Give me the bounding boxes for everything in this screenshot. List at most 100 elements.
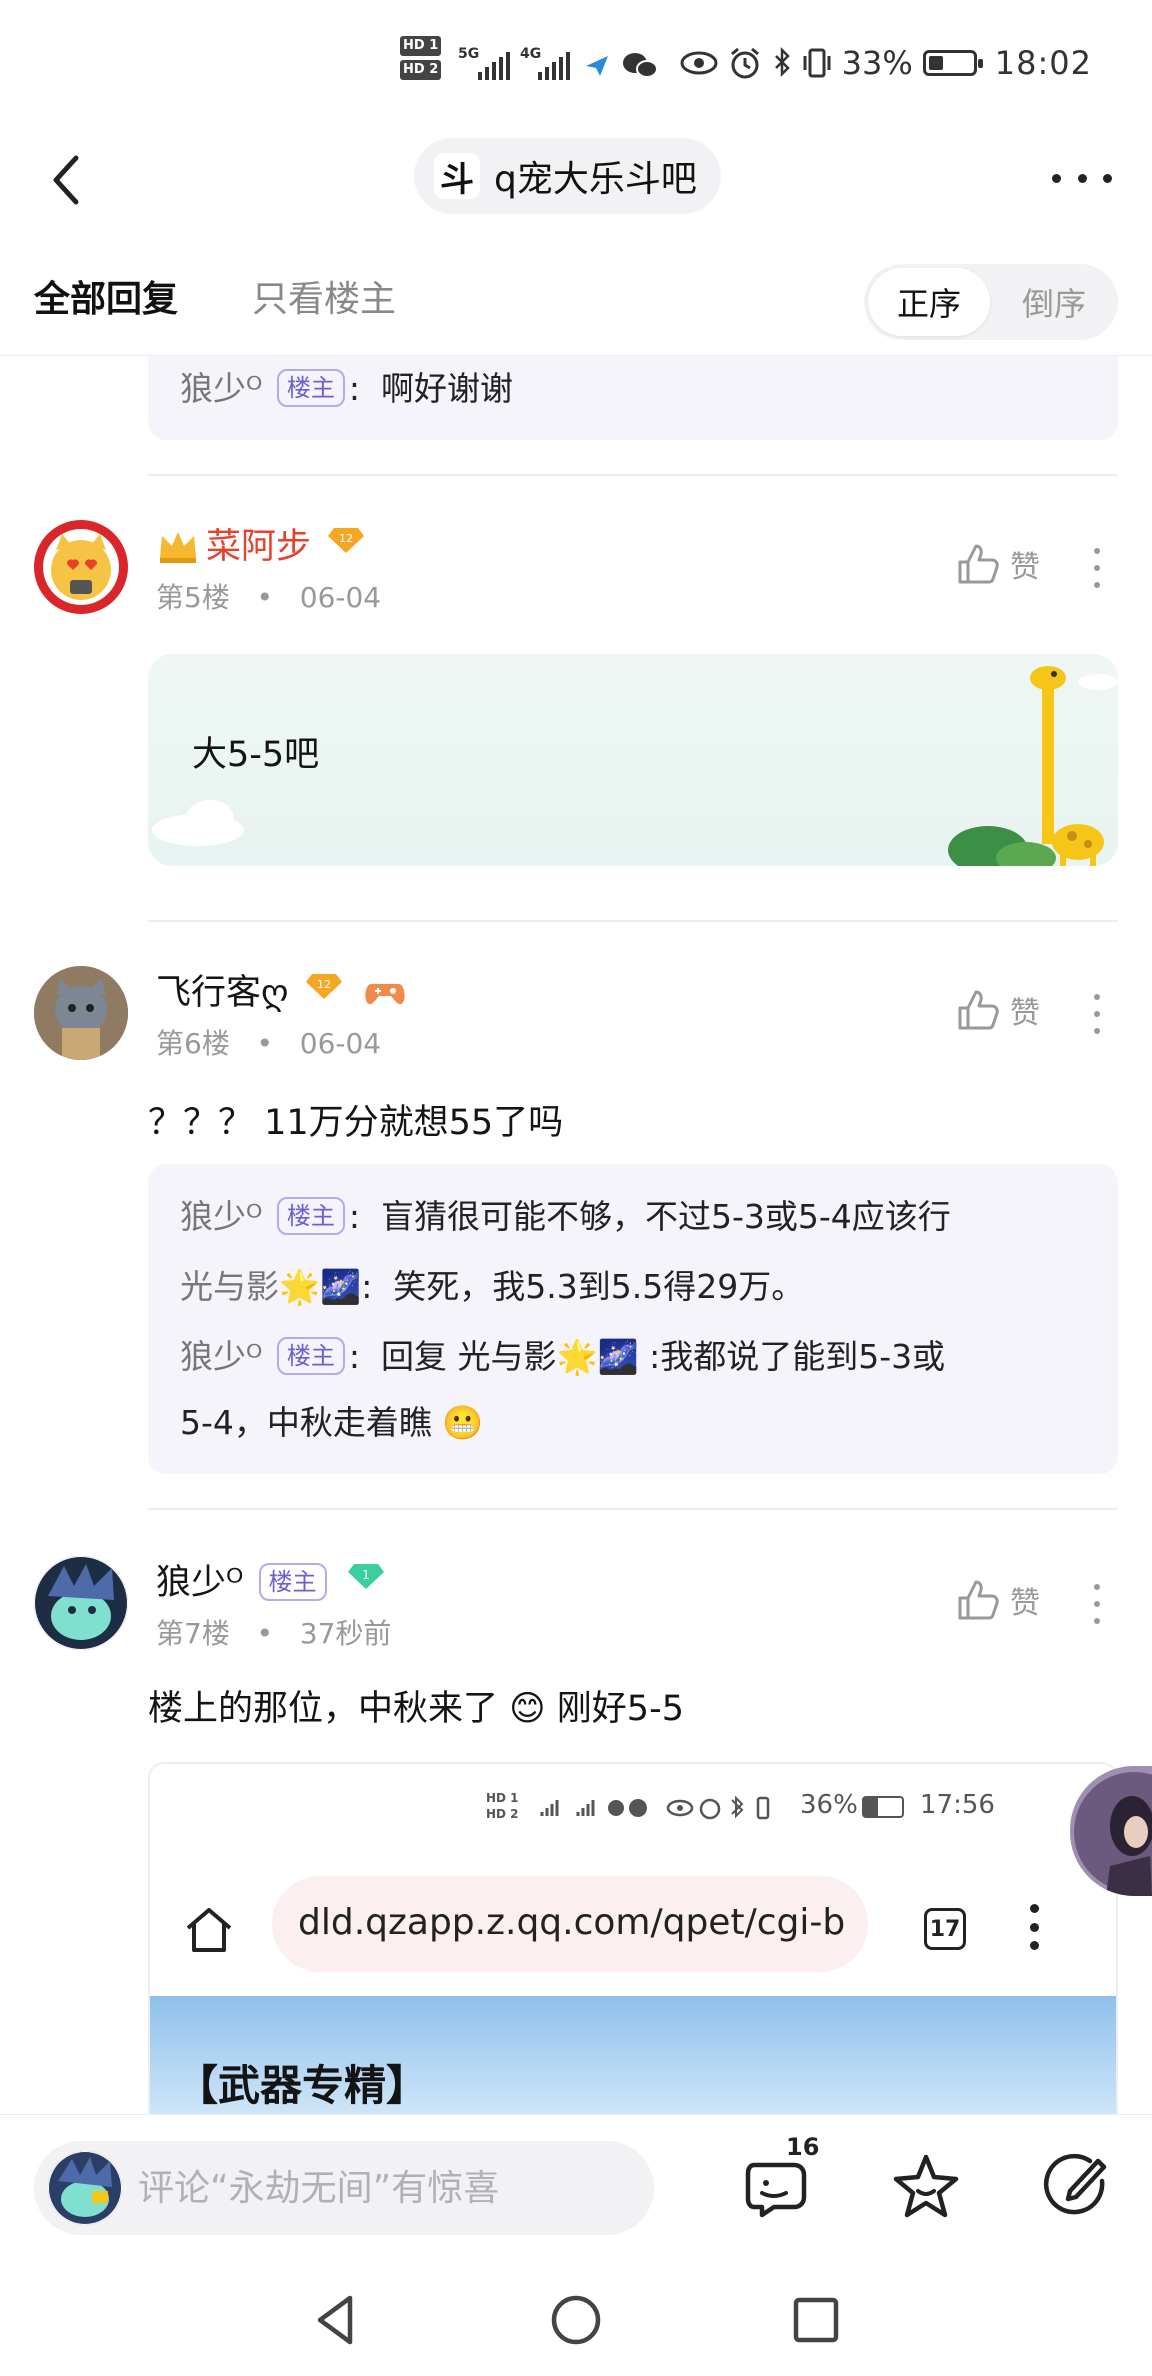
embedded-tab-counter: 17 xyxy=(924,1908,966,1950)
embedded-hd1: HD 1 xyxy=(486,1791,519,1805)
post-image[interactable]: HD 1 HD 2 36% 17:56 dld.qzapp.z.qq.com/q… xyxy=(148,1762,1118,2114)
eye-icon xyxy=(680,51,718,75)
avatar[interactable] xyxy=(34,520,128,614)
embedded-status: HD 1 HD 2 36% 17:56 xyxy=(486,1790,1106,1830)
forum-pill[interactable]: 斗 q宠大乐斗吧 xyxy=(414,138,721,214)
clock: 18:02 xyxy=(994,44,1092,82)
like-label: 赞 xyxy=(1010,1586,1040,1621)
username-row: 飞行客ღ 12 xyxy=(156,964,407,1015)
subreply-text-continued: 5-4，中秋走着瞧 😬 xyxy=(180,1403,484,1442)
post-bubble-card: 大5-5吧 xyxy=(148,654,1118,866)
sort-asc-button[interactable]: 正序 xyxy=(868,268,990,336)
level-badge-icon: 12 xyxy=(305,974,342,999)
battery-icon xyxy=(922,50,983,76)
embedded-signal-icon xyxy=(540,1799,647,1817)
bottom-action-bar: 16 xyxy=(0,2114,1152,2264)
like-label: 赞 xyxy=(1010,996,1040,1031)
subreply-author: 狼少ᴼ xyxy=(180,1197,263,1236)
embedded-hd2: HD 2 xyxy=(486,1807,519,1821)
sim-indicators: HD 1 HD 2 xyxy=(400,36,442,84)
subreply-author: 狼少ᴼ xyxy=(180,1337,263,1376)
post-content: 楼上的那位，中秋来了 😊 刚好5-5 xyxy=(148,1680,684,1731)
floor-meta: 第6楼 • 06-04 xyxy=(156,1022,381,1062)
subreply-separator: : xyxy=(348,1197,360,1236)
alarm-icon xyxy=(730,47,759,79)
tab-all-replies[interactable]: 全部回复 xyxy=(34,270,178,322)
embedded-time: 17:56 xyxy=(920,1790,995,1820)
like-button[interactable]: 赞 xyxy=(956,542,1040,586)
divider xyxy=(148,474,1118,476)
meta-dot: • xyxy=(256,1027,274,1060)
send-icon xyxy=(586,56,608,76)
divider xyxy=(148,920,1118,922)
username[interactable]: 狼少ᴼ xyxy=(156,1563,243,1603)
username[interactable]: 飞行客ღ xyxy=(156,973,289,1013)
subreply-separator: : xyxy=(348,369,360,408)
floor-meta: 第7楼 • 37秒前 xyxy=(156,1612,391,1652)
svg-text:12: 12 xyxy=(339,532,353,545)
embedded-battery-icon xyxy=(862,1796,904,1818)
embedded-sim: HD 1 HD 2 xyxy=(486,1790,519,1822)
svg-text:1: 1 xyxy=(362,1568,370,1582)
avatar[interactable] xyxy=(34,966,128,1060)
back-button[interactable] xyxy=(40,150,100,210)
subreply-box-floor4[interactable]: 狼少ᴼ 楼主: 啊好谢谢 xyxy=(148,356,1118,440)
floor-number: 第5楼 xyxy=(156,581,230,614)
smile-emoji: 😊 xyxy=(509,1689,546,1729)
like-button[interactable]: 赞 xyxy=(956,988,1040,1032)
subreply-text: 啊好谢谢 xyxy=(380,369,513,408)
tab-only-op[interactable]: 只看楼主 xyxy=(252,270,396,322)
post-more-icon[interactable] xyxy=(1092,548,1102,588)
subreply-item: 光与影🌟🌌: 笑死，我5.3到5.5得29万。 xyxy=(180,1260,804,1308)
floor-number: 第6楼 xyxy=(156,1027,230,1060)
home-icon xyxy=(186,1908,232,1952)
back-arrow-icon xyxy=(53,155,79,205)
sort-desc-button[interactable]: 倒序 xyxy=(994,268,1114,336)
comment-box[interactable] xyxy=(34,2141,654,2235)
edit-icon[interactable] xyxy=(1040,2151,1112,2223)
level-badge-icon: 12 xyxy=(328,528,365,553)
floor-number: 第7楼 xyxy=(156,1617,230,1650)
hd1-indicator: HD 1 xyxy=(400,36,442,56)
subreply-separator: : xyxy=(348,1337,360,1376)
wechat-icon xyxy=(623,53,658,78)
post-content: ？？？ 11万分就想55了吗 xyxy=(148,1103,564,1143)
owner-badge: 楼主 xyxy=(276,1337,345,1375)
triangle-back-icon[interactable] xyxy=(306,2290,366,2350)
avatar[interactable] xyxy=(34,1556,128,1650)
forum-name: q宠大乐斗吧 xyxy=(494,159,697,200)
forum-logo: 斗 xyxy=(434,153,480,200)
subreply-separator: : xyxy=(361,1267,373,1306)
circle-home-icon[interactable] xyxy=(546,2290,606,2350)
floor-meta: 第5楼 • 06-04 xyxy=(156,576,381,616)
cloud-decoration xyxy=(152,800,244,846)
owner-badge: 楼主 xyxy=(258,1563,327,1601)
subreply-text: 回复 光与影🌟🌌 :我都说了能到5-3或 xyxy=(380,1337,946,1376)
thumbs-up-icon xyxy=(958,544,999,584)
square-recents-icon[interactable] xyxy=(786,2290,846,2350)
owner-badge: 楼主 xyxy=(276,1197,345,1235)
subreply-box[interactable]: 狼少ᴼ 楼主: 盲猜很可能不够，不过5-3或5-4应该行 光与影🌟🌌: 笑死，我… xyxy=(148,1164,1118,1474)
divider xyxy=(148,1508,1118,1510)
post-more-icon[interactable] xyxy=(1092,1584,1102,1624)
like-button[interactable]: 赞 xyxy=(956,1578,1040,1622)
giraffe-decoration xyxy=(948,666,1118,866)
comment-input[interactable] xyxy=(138,2141,638,2235)
hd2-indicator: HD 2 xyxy=(400,60,442,80)
subreply-item: 狼少ᴼ 楼主: 回复 光与影🌟🌌 :我都说了能到5-3或 xyxy=(180,1330,945,1378)
bluetooth-icon xyxy=(774,46,790,78)
message-icon[interactable] xyxy=(740,2151,812,2223)
meta-dot: • xyxy=(256,1617,274,1650)
star-icon[interactable] xyxy=(890,2151,962,2223)
post-date: 06-04 xyxy=(299,581,382,614)
embedded-heading: 【武器专精】 xyxy=(176,2061,429,2110)
subreply-author: 光与影🌟🌌 xyxy=(180,1267,362,1306)
signal-icon xyxy=(478,52,510,80)
vibrate-icon xyxy=(803,48,831,78)
owner-badge: 楼主 xyxy=(276,369,345,407)
post-more-icon[interactable] xyxy=(1092,994,1102,1034)
username[interactable]: 菜阿步 xyxy=(206,527,311,567)
more-dots-icon[interactable] xyxy=(1052,158,1112,198)
embedded-page-area: 【武器专精】 xyxy=(150,1996,1116,2114)
level-badge-icon: 1 xyxy=(347,1564,384,1589)
